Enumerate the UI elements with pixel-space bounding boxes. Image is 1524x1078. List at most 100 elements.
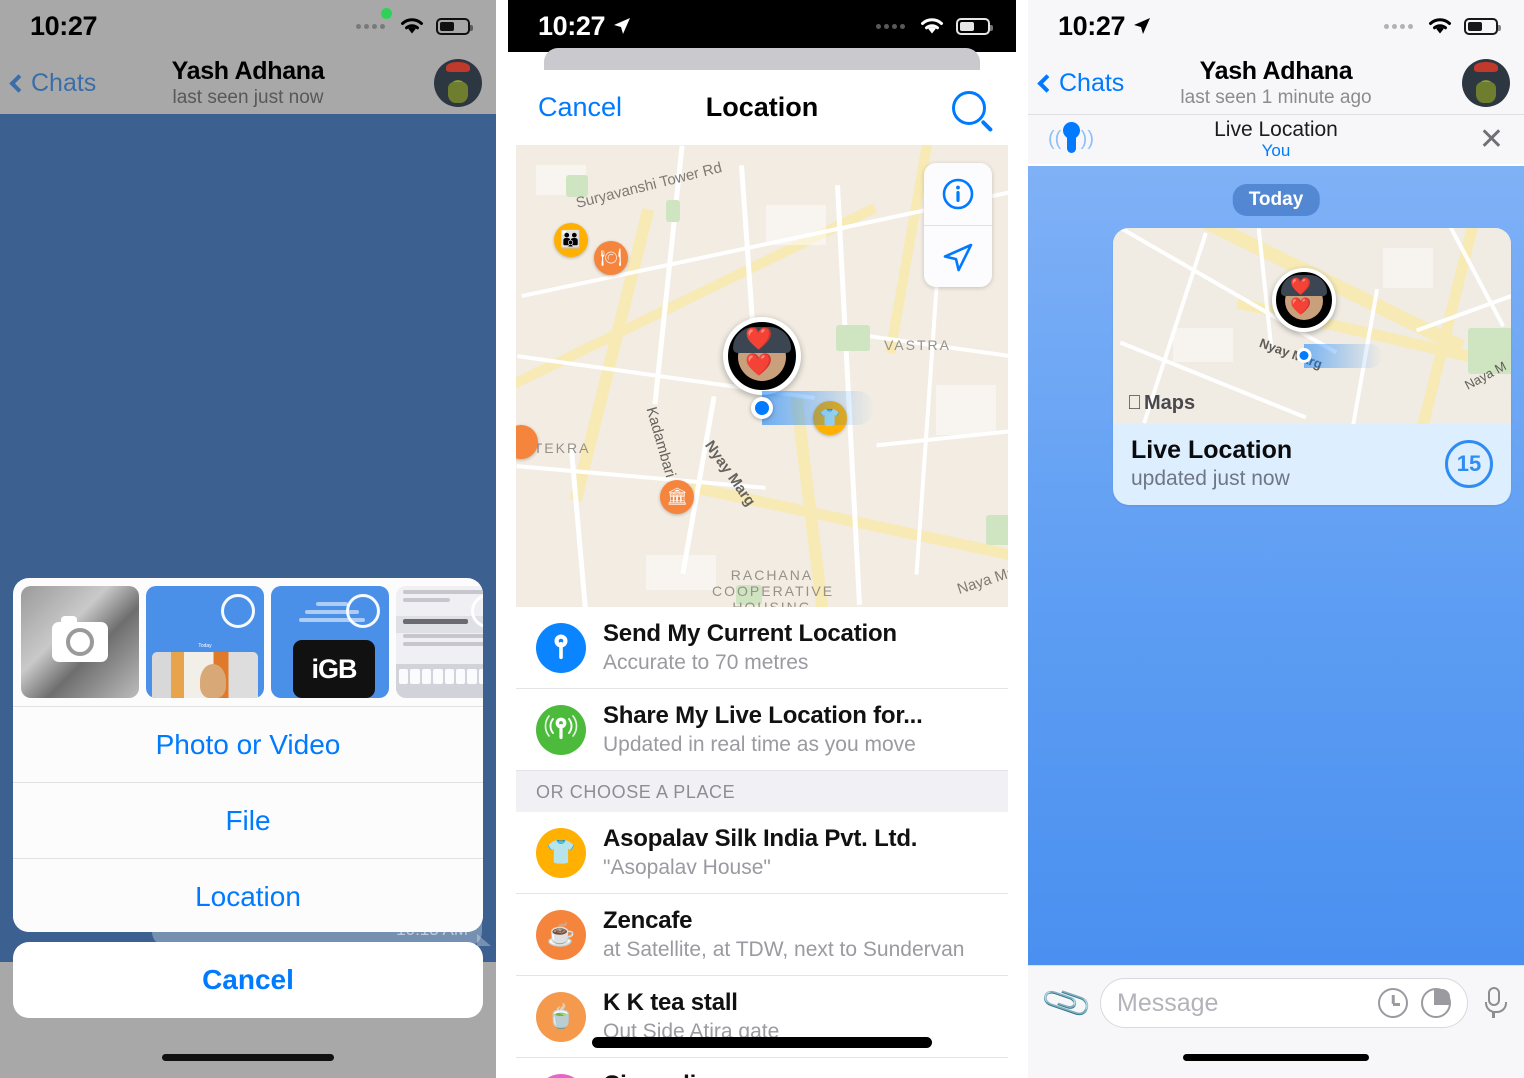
microphone-icon[interactable] [1484,987,1507,1019]
map-label: Suryavanshi Tower Rd [574,159,724,212]
place-row[interactable]: 🎥 Cinepolis Alpha One Mall [516,1058,1008,1078]
map-label: RACHANA COOPERATIVE HOUSING SOCIETY [712,567,835,607]
igb-logo-text: iGB [311,653,357,684]
action-text: Share My Live Location for... Updated in… [603,702,923,757]
battery-icon [1464,17,1501,35]
chat-message-area: Today Nyay Marg Naya M ❤️❤️ Maps Live Lo… [1028,166,1524,965]
select-circle-icon[interactable] [221,594,255,628]
sheet-option-location[interactable]: Location [13,858,483,932]
heading-beam [762,391,874,425]
film-reel-icon: 🎥 [536,1073,586,1078]
input-row: 📎 Message [1028,966,1524,1030]
attachment-action-sheet: Today iGB Photo or Video File Location [13,578,483,932]
back-to-chats-button[interactable]: Chats [9,68,97,98]
back-label: Chats [31,68,97,97]
media-thumbnail-strip[interactable]: Today iGB [13,578,483,706]
keyboard-icon [396,664,483,698]
map-controls[interactable] [924,163,992,287]
place-title: Cinepolis [603,1071,747,1078]
close-icon[interactable]: ✕ [1479,124,1504,155]
status-icons [1384,15,1501,37]
location-map[interactable]: Suryavanshi Tower Rd VASTRA R TEKRA Nyay… [516,145,1008,607]
photo-tile-2[interactable]: iGB [271,586,389,698]
live-location-message-bubble[interactable]: Nyay Marg Naya M ❤️❤️  Maps [1113,228,1511,505]
chat-nav-bar: Chats Yash Adhana last seen 1 minute ago [1028,52,1524,114]
avatar[interactable] [434,59,482,107]
map-poi-food-icon[interactable]: 🍽 [594,241,628,275]
locate-icon[interactable] [924,225,992,287]
sheet-option-file[interactable]: File [13,782,483,858]
place-row[interactable]: 👕 Asopalav Silk India Pvt. Ltd. "Asopala… [516,812,1008,894]
panel-gap [496,0,508,1078]
map-park [836,325,870,351]
chevron-left-icon [9,73,28,93]
map-poi-temple-icon[interactable]: 🏛 [660,480,694,514]
place-subtitle: "Asopalav House" [603,856,771,879]
live-location-banner[interactable]: (( )) Live Location You ✕ [1028,114,1524,164]
paperclip-icon[interactable]: 📎 [1039,976,1095,1030]
place-subtitle: at Satellite, at TDW, next to Sundervan [603,938,965,961]
status-time: 10:27 [30,10,98,41]
clock-icon[interactable] [1378,988,1408,1018]
sheet-option-photo-or-video[interactable]: Photo or Video [13,706,483,782]
search-icon[interactable] [952,90,986,125]
bubble-text: Live Location updated just now [1131,436,1292,491]
section-header-choose-a-place: OR CHOOSE A PLACE [516,771,1008,812]
place-text: Asopalav Silk India Pvt. Ltd. "Asopalav … [603,825,917,880]
status-bar: 10:27 [1028,0,1524,52]
doc-line [403,590,483,594]
status-icons [356,15,473,37]
day-separator: Today [1232,184,1320,216]
photo-tile-1-person [200,664,227,698]
battery-icon [436,17,473,35]
message-placeholder: Message [1117,988,1219,1017]
place-text: Zencafe at Satellite, at TDW, next to Su… [603,907,964,962]
user-avatar-map-pin[interactable]: ❤️❤️ [723,317,801,395]
action-subtitle: Accurate to 70 metres [603,651,809,674]
sticker-icon[interactable] [1421,988,1451,1018]
recording-indicator-icon [381,8,392,19]
photo-tile-3[interactable] [396,586,483,698]
info-icon[interactable] [924,163,992,225]
bubble-subtitle: updated just now [1131,467,1290,490]
bubble-map-preview[interactable]: Nyay Marg Naya M ❤️❤️  Maps [1113,228,1511,424]
signal-dots-icon [356,23,385,29]
live-banner-text: Live Location You [1028,118,1524,161]
photo-tile-1[interactable]: Today [146,586,264,698]
doc-line [403,598,451,602]
pin-icon [1062,121,1080,153]
place-row[interactable]: ☕ Zencafe at Satellite, at TDW, next to … [516,894,1008,976]
cancel-button[interactable]: Cancel [13,942,483,1018]
place-text: K K tea stall Out Side Atira gate [603,989,779,1044]
status-time: 10:27 [1058,11,1152,42]
place-title: K K tea stall [603,989,738,1016]
back-to-chats-button[interactable]: Chats [1037,69,1124,98]
avatar[interactable] [1462,59,1510,107]
wave-left-icon: (( [1048,128,1062,150]
bubble-footer: Live Location updated just now 15 [1113,424,1511,505]
pin-icon [536,622,586,673]
map-poi-family-icon[interactable]: 👪 [554,223,588,257]
current-location-dot [1296,348,1312,363]
home-indicator [592,1037,932,1048]
photo-tile-2-logo: iGB [293,640,375,698]
panel-live-location-chat: 10:27 Chats Yash Adhana last seen 1 minu… [1028,0,1524,1078]
action-send-current-location[interactable]: Send My Current Location Accurate to 70 … [516,607,1008,689]
map-park [666,200,680,222]
live-banner-who: You [1261,141,1291,160]
message-input[interactable]: Message [1100,978,1468,1028]
field-icons [1378,988,1451,1018]
live-location-timer-badge[interactable]: 15 [1445,439,1493,488]
teapot-icon: 🍵 [536,991,586,1042]
user-avatar-map-pin: ❤️❤️ [1272,268,1337,332]
status-bar: 10:27 [508,0,1016,52]
map-label: VASTRA [884,337,951,353]
map-park [986,515,1008,545]
panel-attachment-sheet: 10:27 Chats Yash Adhana last seen just n… [0,0,496,1078]
place-title: Asopalav Silk India Pvt. Ltd. [603,825,918,852]
camera-tile[interactable] [21,586,139,698]
place-text: Cinepolis Alpha One Mall [603,1071,747,1078]
dimmed-chat-background: 10:13 AM Today [0,114,496,1078]
action-share-live-location[interactable]: Share My Live Location for... Updated in… [516,689,1008,771]
cancel-button[interactable]: Cancel [538,92,622,123]
